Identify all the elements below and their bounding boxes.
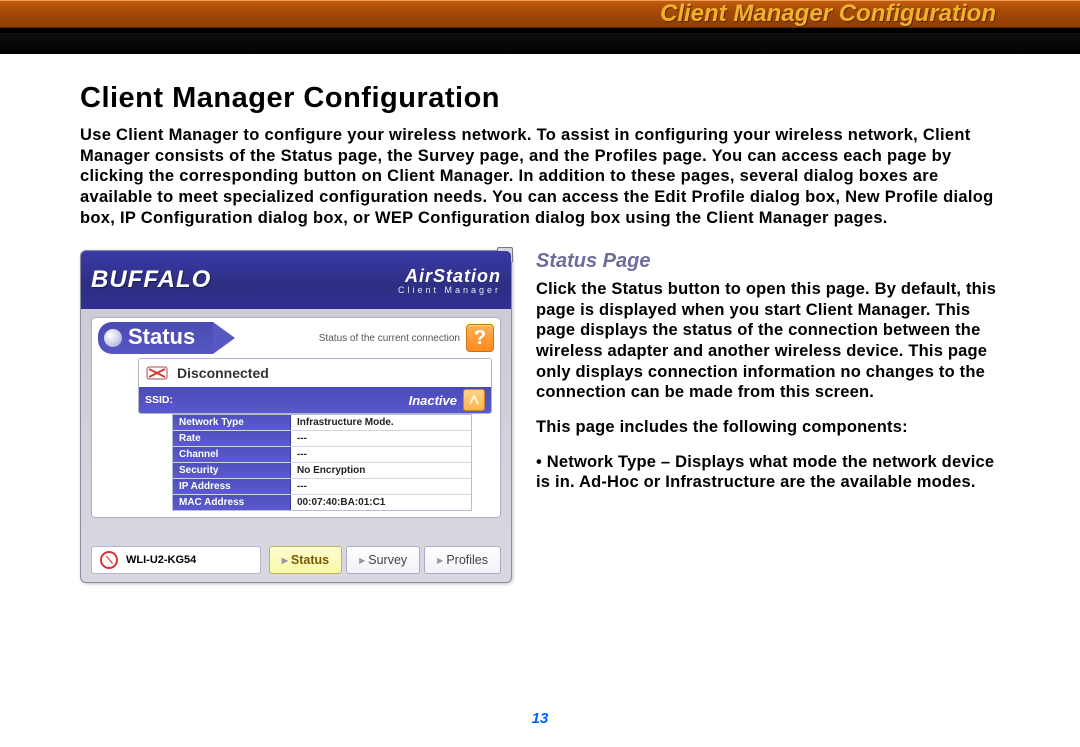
connection-caption: Status of the current connection	[219, 333, 460, 344]
table-row: SecurityNo Encryption	[173, 463, 471, 479]
tab-status[interactable]: ▶Status	[269, 546, 342, 574]
bullet-network-type: • Network Type – Displays what mode the …	[536, 452, 1000, 493]
dialog-header: BUFFALO AirStation Client Manager	[81, 251, 511, 309]
top-black-bar: Client Manager Configuration	[0, 0, 1080, 54]
table-row: Network TypeInfrastructure Mode.	[173, 415, 471, 431]
title-strip: Client Manager Configuration	[0, 0, 1080, 28]
adapter-status-icon	[100, 551, 118, 569]
product-title: AirStation	[398, 266, 501, 287]
divider	[0, 28, 1080, 33]
signal-icon	[463, 389, 485, 411]
status-page-para2: This page includes the following compone…	[536, 417, 1000, 438]
product-subtitle: Client Manager	[398, 285, 501, 295]
connection-box: Disconnected SSID: Inactive	[138, 358, 492, 414]
ssid-label: SSID:	[145, 394, 173, 406]
connection-state: Disconnected	[177, 365, 269, 381]
table-row: MAC Address00:07:40:BA:01:C1	[173, 495, 471, 510]
disconnect-icon	[145, 363, 169, 383]
page-heading: Client Manager Configuration	[80, 82, 1000, 115]
client-manager-dialog: × BUFFALO AirStation Client Manager Stat…	[80, 250, 512, 583]
intro-paragraph: Use Client Manager to configure your wir…	[80, 125, 1000, 228]
banner-title: Client Manager Configuration	[660, 0, 996, 28]
status-label: Status	[128, 324, 195, 350]
status-tab-header: Status	[98, 322, 213, 354]
table-row: Channel---	[173, 447, 471, 463]
tab-profiles[interactable]: ▶Profiles	[424, 546, 501, 574]
table-row: Rate---	[173, 431, 471, 447]
adapter-box: WLI-U2-KG54	[91, 546, 261, 574]
page-number: 13	[0, 710, 1080, 727]
help-icon[interactable]: ?	[466, 324, 494, 352]
status-page-subhead: Status Page	[536, 250, 1000, 273]
brand-logo: BUFFALO	[91, 266, 211, 294]
tab-survey[interactable]: ▶Survey	[346, 546, 420, 574]
ssid-row: SSID: Inactive	[139, 387, 491, 413]
info-table: Network TypeInfrastructure Mode. Rate---…	[172, 414, 472, 511]
connection-state-row: Disconnected	[139, 359, 491, 387]
product-name: AirStation Client Manager	[398, 266, 501, 295]
status-panel: Status Status of the current connection …	[91, 317, 501, 518]
tab-bar: ▶Status ▶Survey ▶Profiles	[269, 546, 501, 574]
table-row: IP Address---	[173, 479, 471, 495]
status-page-para1: Click the Status button to open this pag…	[536, 279, 1000, 403]
ssid-state: Inactive	[409, 393, 457, 408]
adapter-name: WLI-U2-KG54	[126, 554, 196, 566]
